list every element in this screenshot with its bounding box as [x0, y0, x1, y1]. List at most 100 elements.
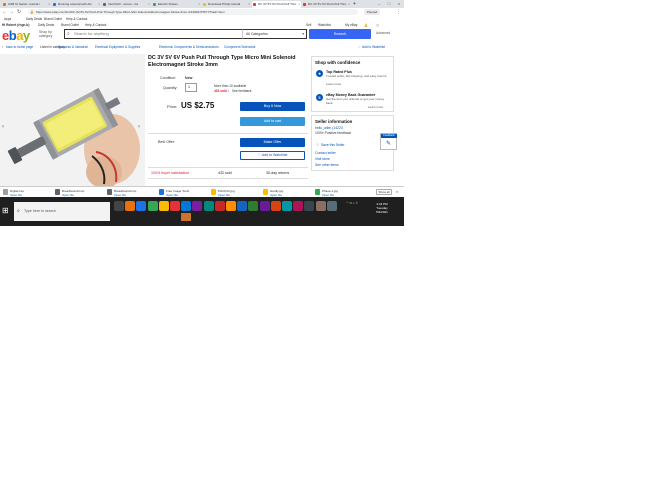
breadcrumb-item[interactable]: Electrical Equipment & Supplies [95, 44, 140, 50]
maximize-icon[interactable]: □ [384, 0, 394, 8]
next-image-icon[interactable]: › [138, 124, 140, 130]
new-tab-icon[interactable]: + [352, 1, 360, 8]
download-item[interactable]: PHOCIO.jpg Open file [210, 188, 258, 197]
save-seller-link[interactable]: Save this Seller [321, 143, 345, 147]
clock[interactable]: 4:44 PM Tuesday 5/4/2021 [372, 202, 392, 214]
back-arrow-icon[interactable]: ‹ [2, 44, 3, 50]
close-tab-icon[interactable]: × [98, 1, 100, 8]
shop-by-category[interactable]: Shop by category [39, 30, 61, 38]
taskbar-app-icon[interactable] [136, 201, 147, 211]
taskbar-app-icon[interactable] [293, 201, 304, 211]
profile-paused-button[interactable]: Paused [364, 9, 381, 15]
taskbar-app-icon[interactable] [170, 201, 180, 211]
taskbar-app-icon[interactable] [226, 201, 236, 211]
download-item[interactable]: Hardly.jpg Open file [262, 188, 310, 197]
lock-icon: 🔒 [30, 10, 34, 14]
close-tab-icon[interactable]: × [348, 1, 350, 8]
download-item[interactable]: Free Image Tools Open file [158, 188, 206, 197]
breadcrumb-item[interactable]: Business & Industrial [58, 44, 88, 50]
cart-icon[interactable]: 🛒 [376, 22, 380, 28]
add-to-watchlist-link[interactable]: Add to Watchlist [362, 44, 385, 50]
browser-tab[interactable]: Download PlUdp tutorial × [202, 1, 251, 8]
taskbar-app-icon[interactable] [158, 201, 169, 211]
download-item[interactable]: Phase-1.jpg Open file [314, 188, 362, 197]
notification-icon[interactable]: 🔔 [364, 22, 368, 28]
windows-start-icon[interactable]: ⊞ [2, 206, 9, 215]
product-image[interactable]: ‹ › [0, 54, 145, 188]
browser-tab[interactable]: Running external with Arc × [52, 1, 101, 8]
back-to-home-link[interactable]: back to home page [6, 44, 33, 50]
learn-more-link[interactable]: Learn more [368, 105, 383, 110]
seller-name[interactable]: hello_allen (14223 [315, 126, 343, 130]
reload-icon[interactable]: ↻ [17, 8, 21, 16]
browser-tab[interactable]: USB To Serial - tutorial r × [2, 1, 51, 8]
header-right-link[interactable]: My eBay [345, 22, 357, 28]
quantity-input[interactable]: 1 [185, 83, 197, 92]
contact-seller-link[interactable]: Contact seller [315, 151, 336, 155]
make-offer-button[interactable]: Make Offer [240, 138, 305, 147]
browser-tab[interactable]: DC 3V 5V 6V Push Pull Thro × [252, 1, 301, 8]
favicon-icon [303, 3, 306, 6]
close-window-icon[interactable]: × [394, 0, 404, 8]
advanced-search-link[interactable]: Advanced [376, 31, 390, 35]
buy-it-now-button[interactable]: Buy It Now [240, 102, 305, 111]
close-tab-icon[interactable]: × [198, 1, 200, 8]
taskbar-app-icon[interactable] [203, 201, 214, 211]
header-right-link[interactable]: Watchlist [318, 22, 331, 28]
taskbar-app-icon[interactable] [214, 201, 225, 211]
price-label: Price: [167, 104, 178, 109]
category-select[interactable]: All Categories ▾ [242, 29, 307, 39]
taskbar-app-icon[interactable] [147, 201, 158, 211]
header-link[interactable]: Daily Deals [38, 22, 54, 28]
other-items-link[interactable]: See other items [315, 163, 339, 167]
taskbar-app-icon[interactable] [315, 201, 326, 211]
header-link[interactable]: Help & Contact [85, 22, 106, 28]
taskbar-app-icon[interactable] [125, 201, 136, 211]
browser-tab[interactable]: DC 3V 5V 6V Push Pull Thro × [302, 1, 351, 8]
money-back-icon: $ [316, 94, 323, 101]
add-to-watchlist-button[interactable]: ♡ Add to Watchlist [240, 151, 305, 160]
taskbar-app-icon[interactable] [259, 201, 270, 211]
prev-image-icon[interactable]: ‹ [2, 124, 4, 130]
close-tab-icon[interactable]: × [148, 1, 150, 8]
menu-icon[interactable]: ⋮ [396, 8, 401, 16]
back-icon[interactable]: ← [2, 8, 7, 16]
add-to-cart-button[interactable]: Add to cart [240, 117, 305, 126]
header-right-link[interactable]: Sell [306, 22, 311, 28]
download-item[interactable]: Breadboard.bmp Open file [54, 188, 102, 197]
taskbar-app-icon[interactable] [270, 201, 281, 211]
taskbar-app-icon[interactable] [304, 201, 315, 211]
browser-tab[interactable]: Electric Pulses × [152, 1, 201, 8]
minimize-icon[interactable]: – [374, 0, 384, 8]
taskbar-app-icon[interactable] [248, 201, 259, 211]
visit-store-link[interactable]: Visit store [315, 157, 330, 161]
download-item[interactable]: Digital.hex Open file [2, 188, 50, 197]
close-tab-icon[interactable]: × [298, 1, 300, 8]
address-bar[interactable]: 🔒 https://www.ebay.com/itm/DC-3V-5V-6V-P… [28, 9, 358, 15]
taskbar-search-input[interactable]: ⌕ Type here to search [14, 202, 110, 221]
taskbar-app-icon[interactable] [192, 201, 203, 211]
forward-icon[interactable]: → [9, 8, 14, 16]
show-all-downloads-button[interactable]: Show all [376, 189, 392, 195]
ebay-logo[interactable]: ebay [2, 28, 30, 43]
browser-tab[interactable]: Intel DHV - wrone - Gs × [102, 1, 151, 8]
favicon-icon [103, 3, 106, 6]
top-rated-icon: ★ [316, 70, 323, 77]
search-button[interactable]: Search [309, 29, 371, 39]
taskbar-app-icon[interactable] [181, 201, 192, 211]
close-tab-icon[interactable]: × [248, 1, 250, 8]
close-tab-icon[interactable]: × [48, 1, 50, 8]
header-link[interactable]: Brand Outlet [61, 22, 79, 28]
feedback-tab[interactable]: Feedback ✎ [380, 133, 397, 150]
taskbar-app-icon[interactable] [237, 201, 248, 211]
see-feedback-link[interactable]: See feedback [232, 89, 252, 93]
download-item[interactable]: Breadboard.bmp Open file [106, 188, 154, 197]
learn-more-link[interactable]: Learn more [326, 82, 341, 87]
taskbar-app-icon[interactable] [282, 201, 292, 211]
taskbar-app-icon[interactable] [114, 201, 124, 211]
category-value: All Categories [246, 32, 268, 36]
taskbar-app-icon[interactable] [326, 201, 337, 211]
breadcrumb-item[interactable]: Component Solenoids [224, 44, 255, 50]
close-icon[interactable]: × [396, 189, 398, 194]
breadcrumb-item[interactable]: Electronic Components & Semiconductors [159, 44, 219, 50]
